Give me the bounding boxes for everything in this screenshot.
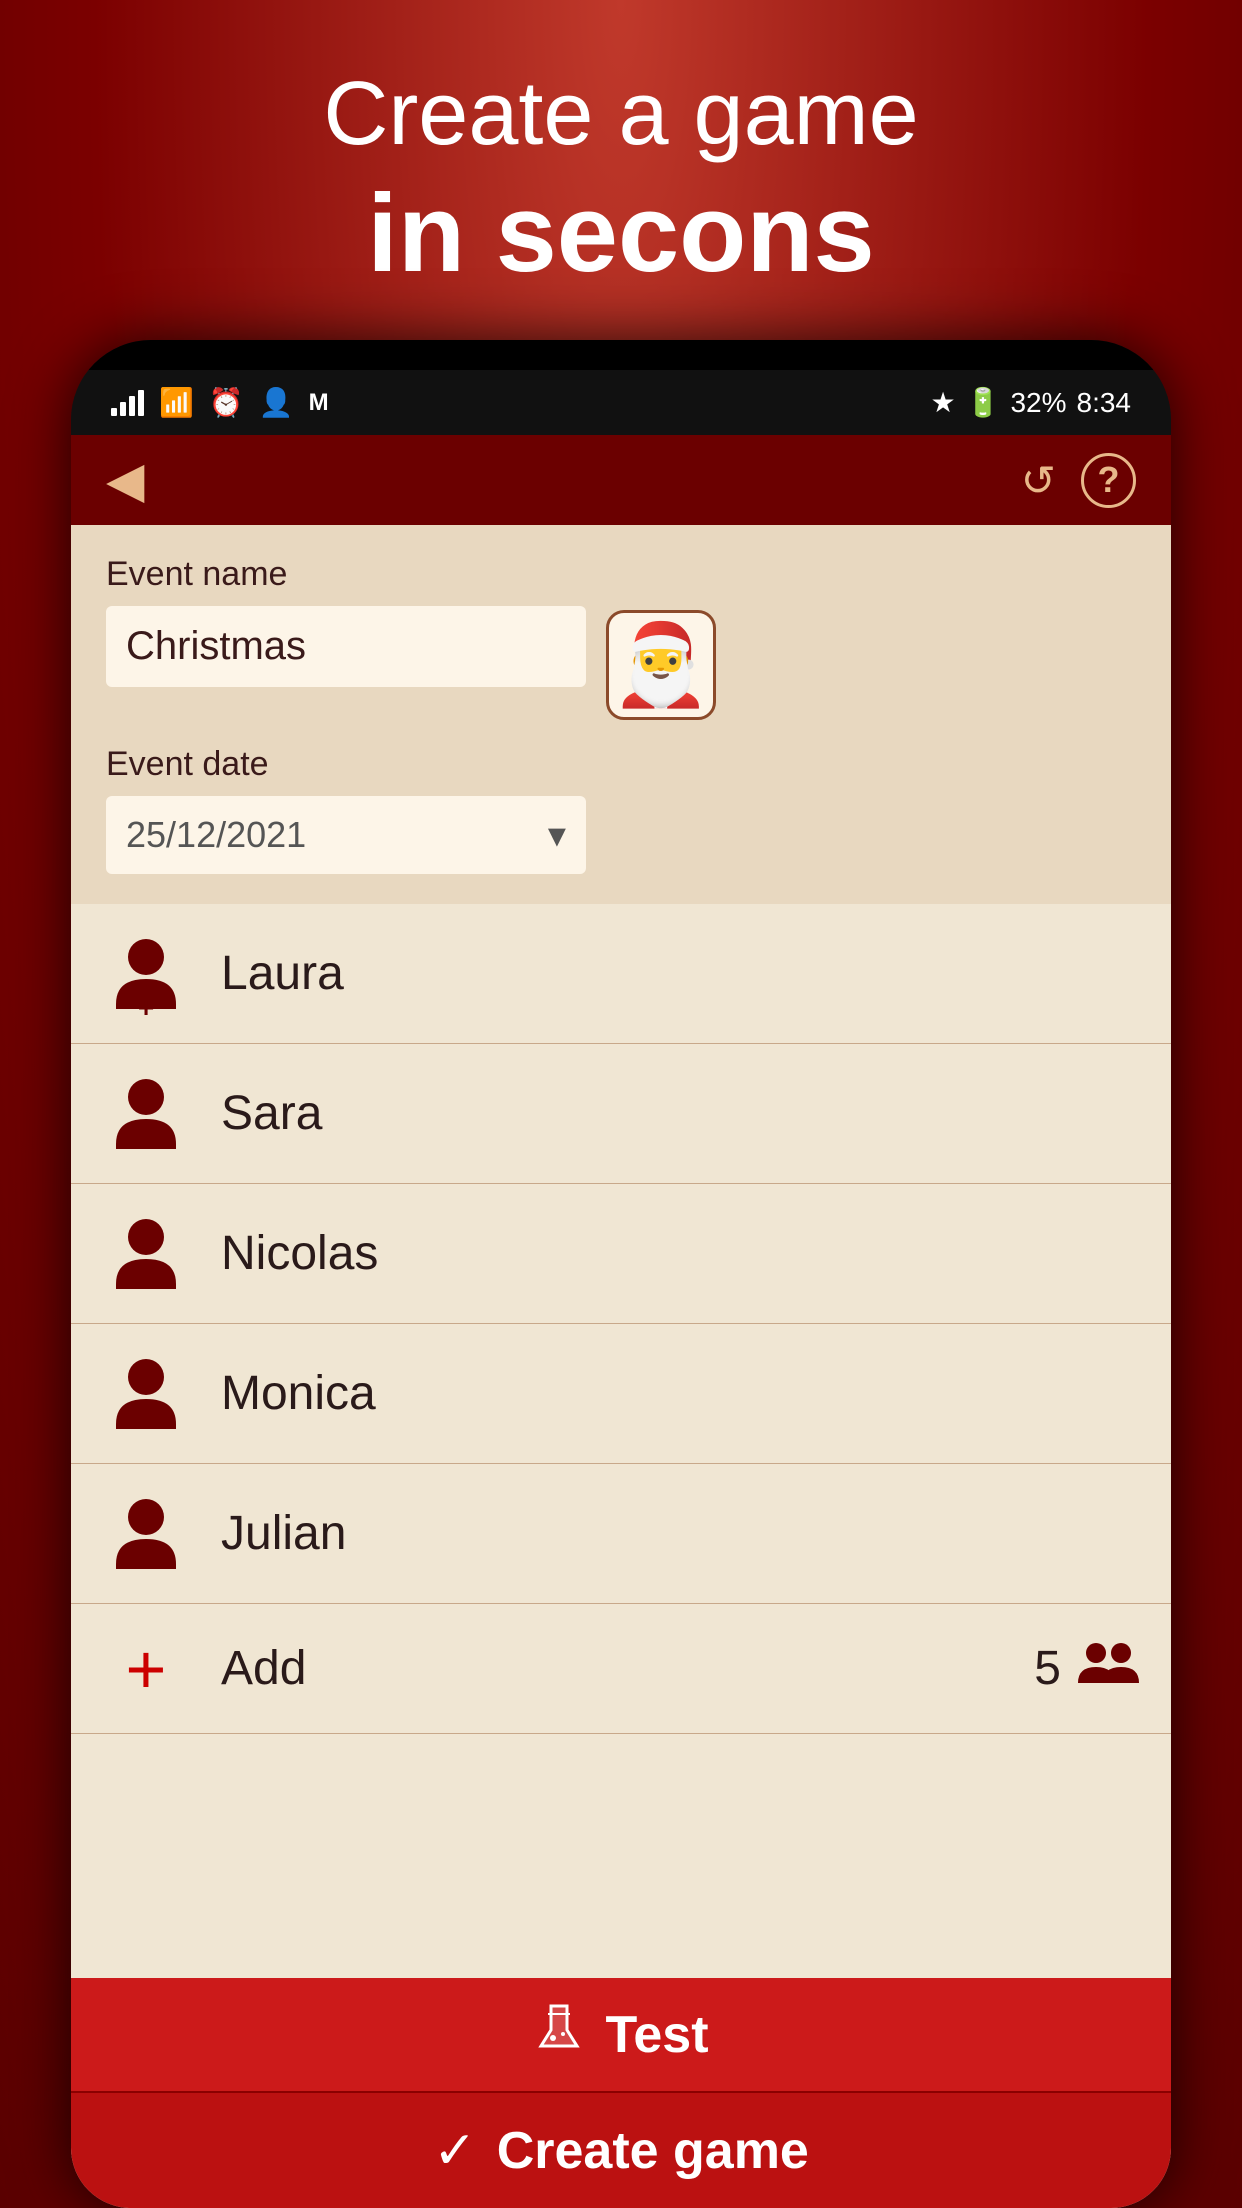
participants-list: + Laura Sara <box>71 904 1171 1978</box>
flask-icon <box>533 2002 585 2067</box>
create-game-button[interactable]: ✓ Create game <box>71 2093 1171 2208</box>
test-button[interactable]: Test <box>71 1978 1171 2093</box>
add-label: Add <box>221 1641 1034 1696</box>
avatar <box>101 1349 191 1439</box>
participant-name: Julian <box>221 1506 346 1561</box>
participant-row[interactable]: + Laura <box>71 904 1171 1044</box>
avatar <box>101 1209 191 1299</box>
avatar <box>101 1489 191 1579</box>
page-header: Create a game in secons <box>283 0 958 340</box>
bottom-buttons: Test ✓ Create game <box>71 1978 1171 2208</box>
status-left: 📶 ⏰ 👤 M <box>111 386 329 419</box>
participant-row[interactable]: Nicolas <box>71 1184 1171 1324</box>
event-form: Event name 🎅 Event date 25/12/2021 ▾ <box>71 525 1171 904</box>
date-value: 25/12/2021 <box>126 814 306 856</box>
battery-icon: 🔋 <box>966 386 1001 419</box>
svg-text:+: + <box>138 992 154 1019</box>
wifi-icon: 📶 <box>159 386 194 419</box>
event-name-input[interactable] <box>106 606 586 687</box>
dropdown-arrow-icon: ▾ <box>548 814 566 856</box>
group-icon <box>1076 1635 1141 1703</box>
status-right: ★ 🔋 32% 8:34 <box>930 386 1131 419</box>
back-button[interactable]: ◀ <box>106 451 144 509</box>
participant-row[interactable]: Sara <box>71 1044 1171 1184</box>
participant-name: Nicolas <box>221 1226 378 1281</box>
status-bar: 📶 ⏰ 👤 M ★ 🔋 32% 8:34 <box>71 370 1171 435</box>
bluetooth-icon: ★ <box>930 386 955 419</box>
event-name-row: Event name 🎅 <box>106 555 1136 720</box>
phone-top-bar <box>71 340 1171 370</box>
refresh-button[interactable]: ↺ <box>1021 456 1056 505</box>
event-theme-icon[interactable]: 🎅 <box>606 610 716 720</box>
add-participant-row[interactable]: + Add 5 <box>71 1604 1171 1734</box>
participant-row[interactable]: Julian <box>71 1464 1171 1604</box>
event-name-label: Event name <box>106 555 586 594</box>
participant-name: Sara <box>221 1086 322 1141</box>
event-date-label: Event date <box>106 745 1136 784</box>
event-name-section: Event name <box>106 555 586 687</box>
battery-percent: 32% <box>1010 387 1066 419</box>
gmail-icon: M <box>309 389 329 417</box>
alarm-icon: ⏰ <box>209 386 244 419</box>
toolbar-right-actions: ↺ ? <box>1021 453 1136 508</box>
avatar <box>101 1069 191 1159</box>
event-date-section: Event date 25/12/2021 ▾ <box>106 745 1136 874</box>
header-line1: Create a game <box>323 60 918 168</box>
avatar: + <box>101 929 191 1019</box>
event-date-dropdown[interactable]: 25/12/2021 ▾ <box>106 796 586 874</box>
header-line2: in secons <box>323 168 918 300</box>
create-game-label: Create game <box>497 2121 809 2181</box>
signal-icon <box>111 390 144 416</box>
time-display: 8:34 <box>1077 387 1132 419</box>
add-icon: + <box>101 1629 191 1709</box>
participant-name: Laura <box>221 946 344 1001</box>
phone-device: 📶 ⏰ 👤 M ★ 🔋 32% 8:34 ◀ ↺ ? Event name <box>71 340 1171 2208</box>
main-content: Event name 🎅 Event date 25/12/2021 ▾ <box>71 525 1171 2208</box>
participant-name: Monica <box>221 1366 376 1421</box>
participant-count: 5 <box>1034 1641 1061 1696</box>
checkmark-icon: ✓ <box>433 2121 477 2181</box>
sync-icon: 👤 <box>259 386 294 419</box>
participant-count-area: 5 <box>1034 1635 1141 1703</box>
help-button[interactable]: ? <box>1081 453 1136 508</box>
test-button-label: Test <box>605 2005 708 2065</box>
participant-row[interactable]: Monica <box>71 1324 1171 1464</box>
app-toolbar: ◀ ↺ ? <box>71 435 1171 525</box>
